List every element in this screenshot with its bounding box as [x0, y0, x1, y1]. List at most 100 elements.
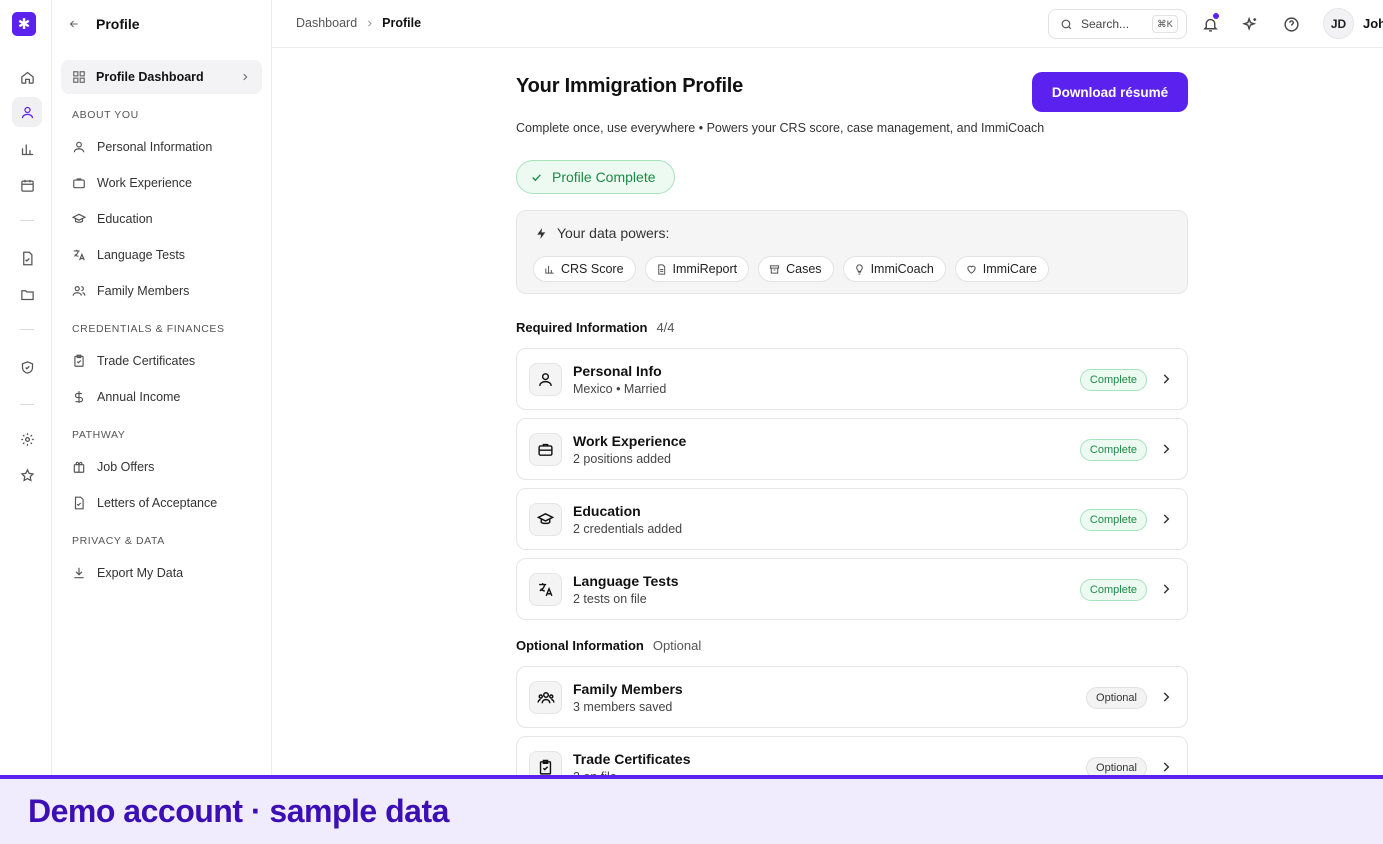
- search-icon: [1060, 18, 1073, 31]
- card-subtitle: 2 positions added: [573, 452, 671, 466]
- user-name[interactable]: John: [1363, 16, 1383, 31]
- card-subtitle: 2 credentials added: [573, 522, 683, 536]
- folder-icon[interactable]: [12, 279, 42, 309]
- user-icon: [529, 363, 562, 396]
- data-powers-chips: CRS Score ImmiReport Cases ImmiCoach Imm…: [533, 256, 1049, 282]
- chevron-right-icon: [1159, 690, 1173, 704]
- chevron-right-icon: [1159, 512, 1173, 526]
- sidebar-item-label: Trade Certificates: [97, 354, 196, 368]
- card-title: Personal Info: [573, 363, 662, 379]
- breadcrumb-current: Profile: [382, 16, 422, 30]
- section-label: Optional: [652, 638, 702, 653]
- heart-icon: [966, 264, 977, 275]
- search-placeholder: Search...: [1081, 17, 1130, 31]
- sidebar-title: Profile: [96, 16, 140, 32]
- help-icon[interactable]: [1280, 13, 1302, 35]
- dollar-icon: [72, 390, 88, 404]
- notification-dot: [1213, 13, 1219, 19]
- chevron-right-icon: [365, 19, 374, 28]
- chip-immicoach[interactable]: ImmiCoach: [842, 256, 946, 282]
- sidebar-item-label: Language Tests: [97, 248, 186, 262]
- sidebar-item-work-experience[interactable]: Work Experience: [72, 173, 192, 193]
- sidebar-item-job-offers[interactable]: Job Offers: [72, 457, 154, 477]
- sidebar-item-family-members[interactable]: Family Members: [72, 281, 189, 301]
- card-work-experience[interactable]: Work Experience 2 positions added Comple…: [516, 418, 1188, 480]
- section-heading-about-you: ABOUT YOU: [72, 109, 139, 121]
- sidebar-item-letters-of-acceptance[interactable]: Letters of Acceptance: [72, 493, 217, 513]
- section-heading-privacy: PRIVACY & DATA: [72, 535, 165, 547]
- profile-nav-icon[interactable]: [12, 97, 42, 127]
- lightning-icon: [535, 227, 548, 240]
- document-check-icon[interactable]: [12, 243, 42, 273]
- sidebar-item-label: Job Offers: [97, 460, 155, 474]
- avatar[interactable]: JD: [1323, 8, 1354, 39]
- ai-sparkle-icon[interactable]: [1239, 13, 1261, 35]
- sidebar-item-label: Personal Information: [97, 140, 213, 154]
- sidebar-item-label: Profile Dashboard: [96, 70, 204, 84]
- rail-divider: [20, 404, 34, 405]
- star-icon[interactable]: [12, 460, 42, 490]
- page-title: Your Immigration Profile: [516, 75, 744, 97]
- users-icon: [529, 681, 562, 714]
- breadcrumb-dashboard-link[interactable]: Dashboard: [296, 16, 357, 30]
- card-subtitle: Mexico • Married: [573, 382, 667, 396]
- card-title: Education: [573, 503, 641, 519]
- search-shortcut: ⌘K: [1152, 15, 1178, 33]
- status-badge: Complete: [1079, 509, 1147, 531]
- chevron-right-icon: [1159, 372, 1173, 386]
- document-icon: [656, 263, 667, 275]
- page-subtitle: Complete once, use everywhere • Powers y…: [516, 121, 1045, 135]
- chip-immireport[interactable]: ImmiReport: [644, 256, 750, 282]
- demo-banner-text: Demo account · sample data: [28, 793, 449, 829]
- section-heading-pathway: PATHWAY: [72, 429, 126, 441]
- home-icon[interactable]: [12, 62, 42, 92]
- chip-label: ImmiCare: [982, 262, 1037, 276]
- briefcase-icon: [529, 433, 562, 466]
- archive-icon: [769, 264, 780, 275]
- card-language-tests[interactable]: Language Tests 2 tests on file Complete: [516, 558, 1188, 620]
- download-resume-button[interactable]: Download résumé: [1032, 72, 1188, 112]
- check-icon: [530, 171, 543, 184]
- optional-information-heading: Optional Information Optional: [516, 638, 701, 653]
- card-title: Language Tests: [573, 573, 679, 589]
- rail-divider: [20, 220, 34, 221]
- notifications-bell-icon[interactable]: [1199, 13, 1221, 35]
- shield-check-icon[interactable]: [12, 352, 42, 382]
- sidebar-item-personal-information[interactable]: Personal Information: [72, 137, 212, 157]
- sidebar-item-language-tests[interactable]: Language Tests: [72, 245, 185, 265]
- chip-label: ImmiCoach: [870, 262, 934, 276]
- calendar-icon[interactable]: [12, 170, 42, 200]
- sidebar-item-label: Work Experience: [97, 176, 192, 190]
- sidebar-item-label: Letters of Acceptance: [97, 496, 218, 510]
- card-title: Work Experience: [573, 433, 687, 449]
- section-count: 4/4: [656, 320, 675, 335]
- chip-immicare[interactable]: ImmiCare: [954, 256, 1049, 282]
- sidebar-item-label: Education: [97, 212, 153, 226]
- app-logo-icon[interactable]: ✱: [12, 12, 36, 36]
- chip-cases[interactable]: Cases: [758, 256, 834, 282]
- section-heading-credentials: CREDENTIALS & FINANCES: [72, 323, 225, 335]
- settings-gear-icon[interactable]: [12, 424, 42, 454]
- sidebar-item-education[interactable]: Education: [72, 209, 153, 229]
- top-bar: Dashboard Profile Search... ⌘K JD John: [272, 0, 1383, 48]
- sidebar-item-annual-income[interactable]: Annual Income: [72, 387, 180, 407]
- card-personal-info[interactable]: Personal Info Mexico • Married Complete: [516, 348, 1188, 410]
- status-badge: Optional: [1086, 687, 1147, 709]
- demo-account-banner: Demo account · sample data: [0, 775, 1383, 844]
- section-title: Required Information: [516, 320, 648, 335]
- sidebar-item-trade-certificates[interactable]: Trade Certificates: [72, 351, 195, 371]
- sidebar-item-export-my-data[interactable]: Export My Data: [72, 563, 183, 583]
- chip-label: ImmiReport: [672, 262, 738, 276]
- grid-icon: [72, 70, 86, 84]
- back-arrow-icon[interactable]: [68, 18, 82, 30]
- card-education[interactable]: Education 2 credentials added Complete: [516, 488, 1188, 550]
- card-subtitle: 3 members saved: [573, 700, 673, 714]
- section-title: Optional Information: [516, 638, 644, 653]
- card-title: Trade Certificates: [573, 751, 691, 767]
- chip-crs-score[interactable]: CRS Score: [533, 256, 636, 282]
- sidebar-item-profile-dashboard[interactable]: Profile Dashboard: [61, 60, 262, 94]
- translate-icon: [529, 573, 562, 606]
- card-family-members[interactable]: Family Members 3 members saved Optional: [516, 666, 1188, 728]
- bar-chart-icon[interactable]: [12, 134, 42, 164]
- search-input[interactable]: Search... ⌘K: [1048, 9, 1187, 39]
